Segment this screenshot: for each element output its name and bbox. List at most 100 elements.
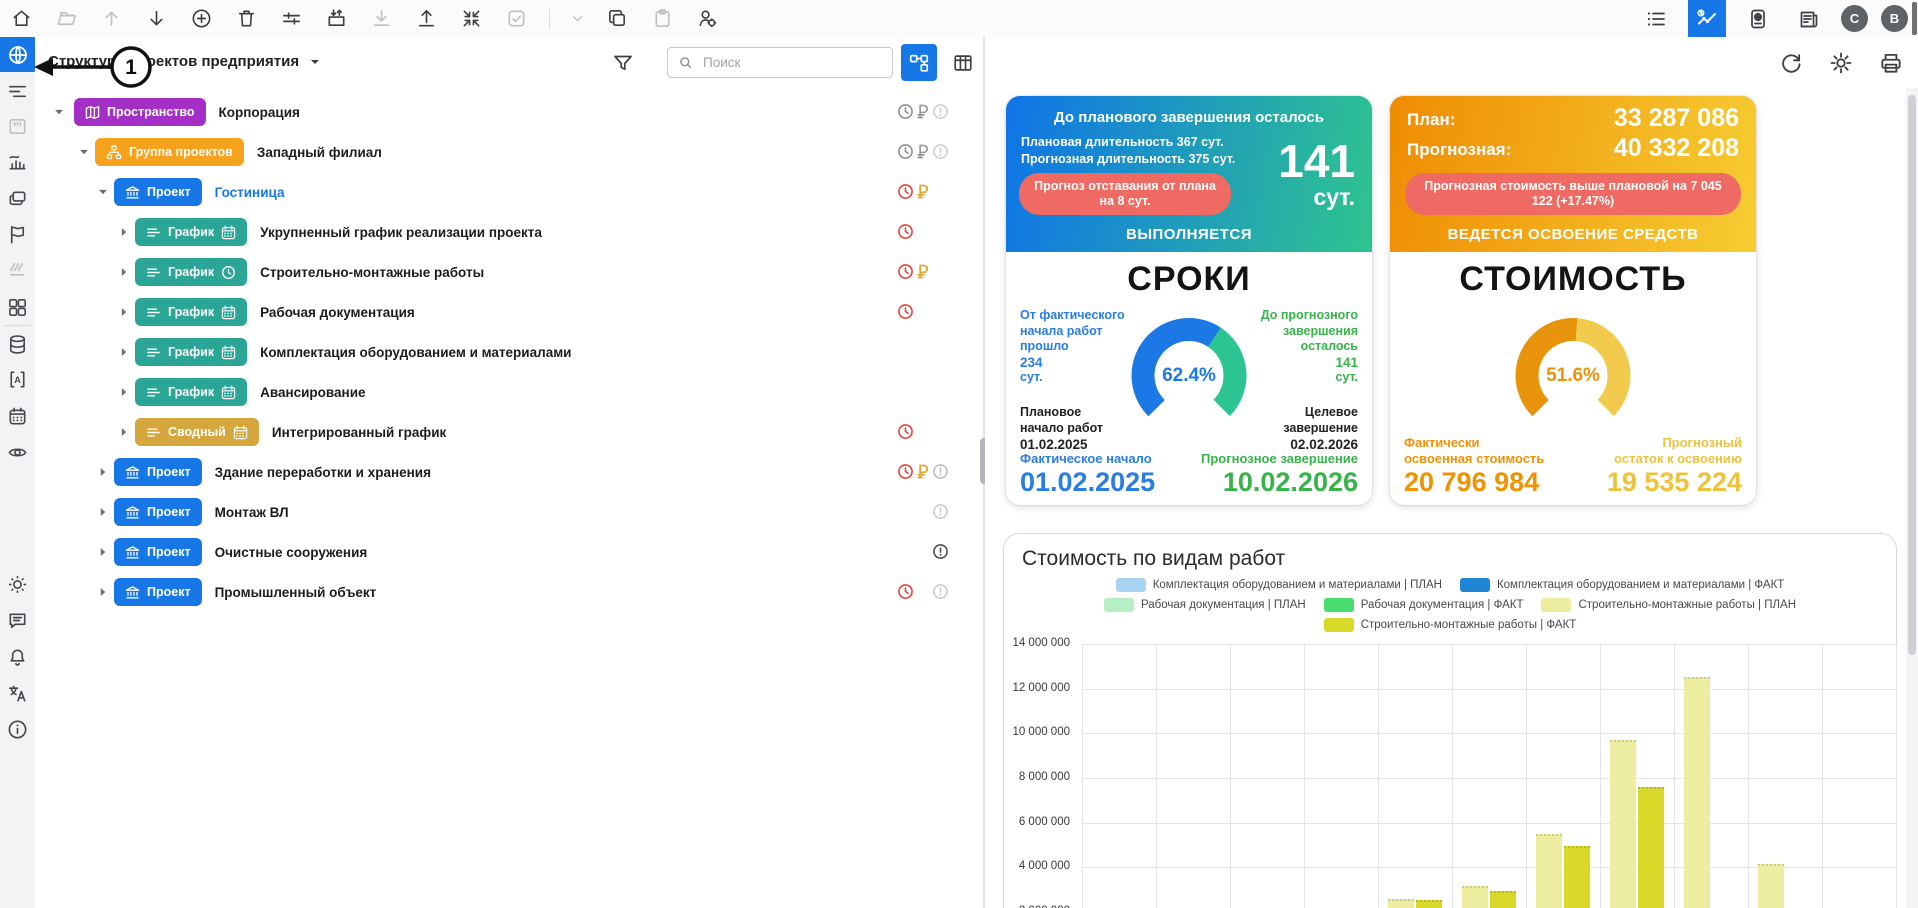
tree-row[interactable]: Сводный Интегрированный график	[35, 412, 983, 452]
legend-item[interactable]: Строительно-монтажные работы | ФАКТ	[1323, 618, 1576, 632]
bank-icon	[125, 505, 140, 520]
tree-row[interactable]: График Рабочая документация	[35, 292, 983, 332]
expand-caret-icon[interactable]	[114, 382, 134, 402]
list-icon[interactable]	[1637, 0, 1675, 37]
type-badge-label: Проект	[147, 585, 191, 599]
type-badge[interactable]: Проект	[114, 458, 202, 486]
collapse-caret-icon[interactable]	[93, 182, 113, 202]
legend-item[interactable]: Строительно-монтажные работы | ПЛАН	[1541, 598, 1796, 612]
sidebar-database-icon[interactable]	[0, 332, 35, 356]
type-badge[interactable]: Сводный	[135, 418, 259, 446]
collapse-icon[interactable]	[459, 7, 483, 31]
tree-row[interactable]: Группа проектов Западный филиал	[35, 132, 983, 172]
type-badge[interactable]: График	[135, 338, 248, 366]
expand-caret-icon[interactable]	[114, 222, 134, 242]
type-badge[interactable]: Группа проектов	[95, 138, 244, 166]
tree-row[interactable]: Проект Здание переработки и хранения	[35, 452, 983, 492]
gridline	[1674, 644, 1675, 908]
expand-caret-icon[interactable]	[114, 342, 134, 362]
sidebar-notifications-icon[interactable]	[0, 645, 35, 669]
expand-caret-icon[interactable]	[114, 302, 134, 322]
collapse-caret-icon[interactable]	[49, 102, 69, 122]
sidebar-brackets-a-icon[interactable]: A	[0, 367, 35, 391]
home-icon[interactable]	[9, 7, 33, 31]
tree-row[interactable]: График Строительно-монтажные работы	[35, 252, 983, 292]
expand-caret-icon[interactable]	[114, 422, 134, 442]
type-badge[interactable]: Пространство	[74, 98, 206, 126]
legend-item[interactable]: Рабочая документация | ФАКТ	[1323, 598, 1523, 612]
trash-icon[interactable]	[234, 7, 258, 31]
sidebar-histogram-icon[interactable]	[0, 149, 35, 173]
passport-icon[interactable]	[1739, 0, 1777, 37]
type-badge[interactable]: График	[135, 218, 248, 246]
status-clock-icon	[897, 463, 914, 480]
copy-icon[interactable]	[605, 7, 629, 31]
chevron-down-icon	[311, 59, 320, 64]
expand-caret-icon[interactable]	[93, 542, 113, 562]
tree-title-dropdown[interactable]: Структура проектов предприятия	[48, 53, 321, 70]
sidebar-theme-icon[interactable]	[0, 572, 35, 596]
tree-row[interactable]: График Авансирование	[35, 372, 983, 412]
type-badge[interactable]: График	[135, 378, 248, 406]
type-badge-label: График	[168, 225, 215, 239]
tree-row[interactable]: Проект Гостиница	[35, 172, 983, 212]
type-badge[interactable]: Проект	[114, 578, 202, 606]
legend-item[interactable]: Рабочая документация | ПЛАН	[1103, 598, 1306, 612]
calendar-badge-icon	[221, 345, 236, 360]
sidebar-calendar-icon[interactable]	[0, 404, 35, 428]
sidebar-comments-icon[interactable]	[0, 608, 35, 632]
type-badge[interactable]: График	[135, 258, 248, 286]
gridline	[1304, 644, 1305, 908]
printer-icon[interactable]	[1877, 49, 1904, 76]
gridline	[1452, 644, 1453, 908]
legend-item[interactable]: Комплектация оборудованием и материалами…	[1459, 578, 1784, 592]
filter-settings-icon[interactable]	[279, 7, 303, 31]
arrow-down-icon[interactable]	[144, 7, 168, 31]
expand-caret-icon[interactable]	[93, 582, 113, 602]
add-circle-icon[interactable]	[189, 7, 213, 31]
archive-box-icon[interactable]	[324, 7, 348, 31]
upload-icon[interactable]	[414, 7, 438, 31]
tree-row[interactable]: Пространство Корпорация	[35, 92, 983, 132]
type-badge[interactable]: Проект	[114, 498, 202, 526]
avatar-b[interactable]: B	[1881, 5, 1908, 32]
type-badge[interactable]: График	[135, 298, 248, 326]
monitoring-icon[interactable]	[1688, 0, 1726, 37]
sidebar-info-icon[interactable]	[0, 717, 35, 741]
collapse-caret-icon[interactable]	[74, 142, 94, 162]
y-tick-label: 10 000 000	[1012, 726, 1070, 739]
sidebar-flag-icon[interactable]	[0, 222, 35, 246]
sidebar-windows-icon[interactable]	[0, 187, 35, 211]
days-remaining-value: 141	[1278, 135, 1355, 187]
refresh-icon[interactable]	[1777, 49, 1804, 76]
legend-item[interactable]: Комплектация оборудованием и материалами…	[1115, 578, 1442, 592]
tree-row[interactable]: График Комплектация оборудованием и матер…	[35, 332, 983, 372]
type-badge[interactable]: Проект	[114, 538, 202, 566]
top-scrollbar-thumb[interactable]	[1912, 2, 1917, 35]
sidebar-structure-icon[interactable]	[0, 79, 35, 103]
sidebar-eye-icon[interactable]	[0, 440, 35, 464]
legend-label: Рабочая документация | ПЛАН	[1140, 599, 1306, 611]
user-settings-icon[interactable]	[695, 7, 719, 31]
search-input[interactable]	[701, 54, 883, 71]
expand-caret-icon[interactable]	[93, 502, 113, 522]
dashboard-scrollbar-thumb[interactable]	[1908, 95, 1916, 655]
sidebar-language-icon[interactable]	[0, 681, 35, 705]
tree-row[interactable]: Проект Промышленный объект	[35, 572, 983, 612]
expand-caret-icon[interactable]	[114, 262, 134, 282]
tree-item-name: Здание переработки и хранения	[214, 464, 431, 480]
expand-caret-icon[interactable]	[93, 462, 113, 482]
sidebar-globe-icon[interactable]	[0, 37, 35, 72]
tree-view-button[interactable]	[901, 44, 937, 81]
tree-row[interactable]: Проект Монтаж ВЛ	[35, 492, 983, 532]
tree-row[interactable]: Проект Очистные сооружения	[35, 532, 983, 572]
avatar-c[interactable]: C	[1841, 5, 1868, 32]
gear-icon[interactable]	[1827, 49, 1854, 76]
filter-icon[interactable]	[609, 49, 637, 77]
table-view-button[interactable]	[945, 44, 981, 81]
news-icon[interactable]	[1790, 0, 1828, 37]
type-badge[interactable]: Проект	[114, 178, 202, 206]
tree-panel-header: Структура проектов предприятия	[35, 37, 983, 89]
sidebar-grid-icon[interactable]	[0, 295, 35, 319]
tree-row[interactable]: График Укрупненный график реализации прое…	[35, 212, 983, 252]
